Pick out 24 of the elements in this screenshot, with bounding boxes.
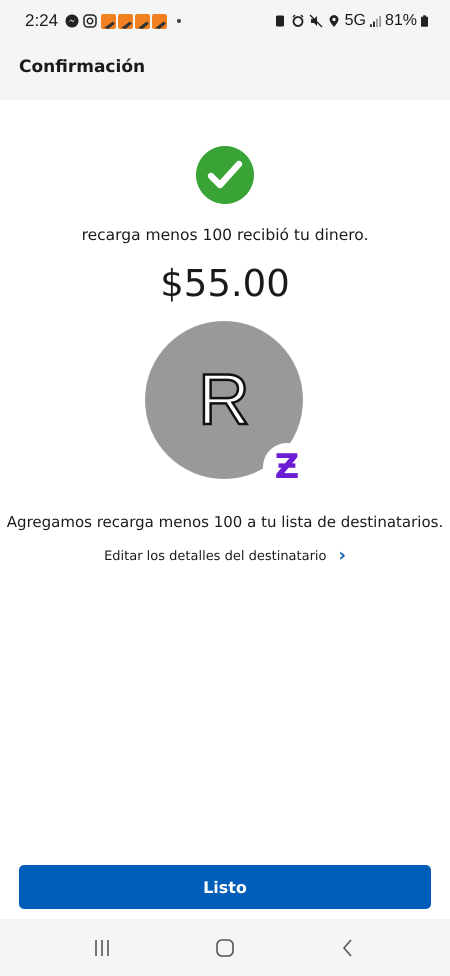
alarm-icon: [290, 14, 305, 28]
app-icon: [101, 14, 116, 28]
network-label: 5G: [344, 12, 366, 30]
home-icon[interactable]: [214, 938, 235, 958]
battery-icon: [421, 15, 428, 27]
battery-percent: 81%: [384, 12, 417, 30]
signal-icon: [370, 16, 381, 26]
avatar-initial: R: [198, 364, 250, 436]
amount-text: $55.00: [160, 262, 290, 305]
edit-details-link[interactable]: Editar los detalles del destinatario ›: [104, 547, 346, 565]
recipient-note: Agregamos recarga menos 100 a tu lista de destinatarios.: [6, 513, 444, 531]
app-icon: [152, 14, 168, 28]
dot-icon: [177, 19, 182, 23]
messenger-icon: [65, 14, 80, 28]
done-button[interactable]: Listo: [19, 865, 431, 909]
app-icon: [118, 14, 134, 28]
check-icon: [196, 146, 254, 204]
page-title: Confirmación: [19, 57, 146, 77]
confirmation-message: recarga menos 100 recibió tu dinero.: [82, 226, 368, 244]
camera-icon: [83, 14, 98, 28]
location-icon: [326, 14, 341, 28]
mute-icon: [308, 14, 323, 28]
app-icon: [135, 14, 150, 28]
status-time: 2:24: [25, 11, 58, 31]
